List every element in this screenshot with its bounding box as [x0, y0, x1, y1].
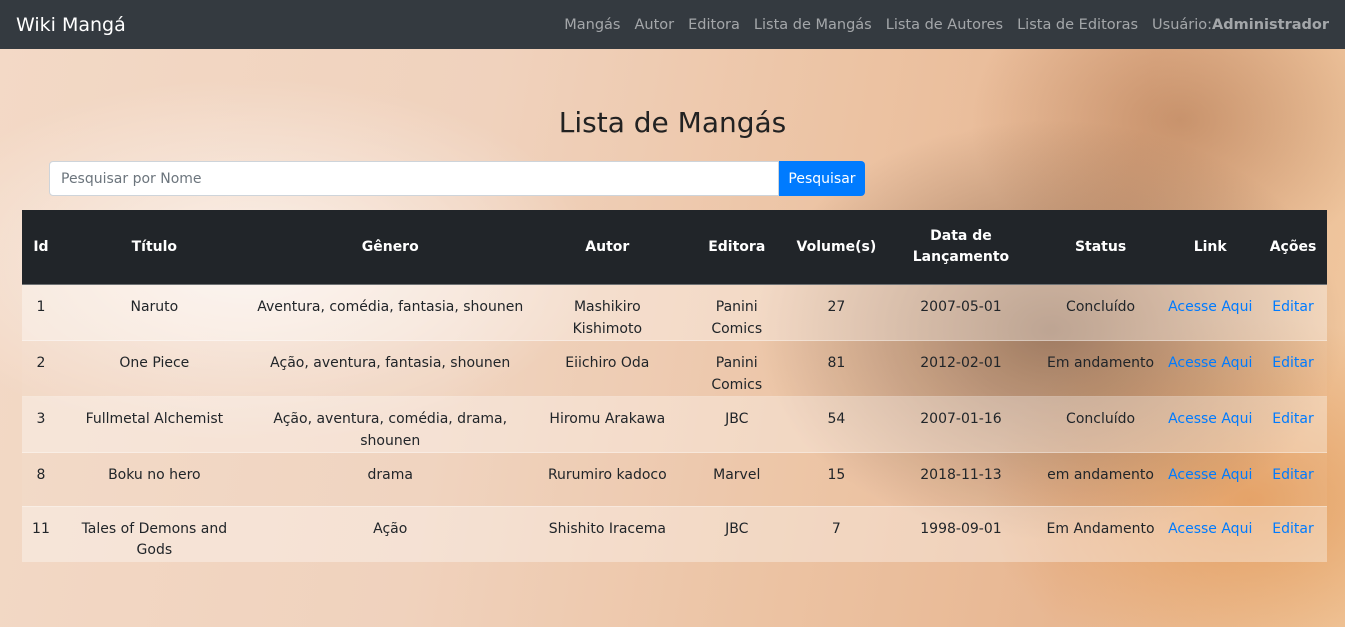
- cell-acoes: Editar: [1259, 452, 1327, 506]
- cell-status: Em Andamento: [1039, 505, 1162, 562]
- cell-genero: Ação, aventura, fantasia, shounen: [248, 340, 532, 397]
- cell-editora: JBC: [682, 396, 791, 453]
- table-body: 1 Naruto Aventura, comédia, fantasia, sh…: [22, 284, 1327, 562]
- cell-acoes: Editar: [1259, 284, 1327, 341]
- nav-link-lista-mangas[interactable]: Lista de Mangás: [754, 17, 872, 33]
- cell-acoes: Editar: [1259, 505, 1327, 562]
- cell-link: Acesse Aqui: [1161, 340, 1260, 397]
- cell-editora: Marvel: [682, 452, 791, 506]
- user-label: Usuário:: [1152, 16, 1213, 33]
- cell-titulo: Fullmetal Alchemist: [59, 396, 249, 453]
- acesse-aqui-link[interactable]: Acesse Aqui: [1168, 411, 1252, 427]
- brand-link[interactable]: Wiki Mangá: [16, 14, 126, 36]
- header-status: Status: [1039, 210, 1162, 285]
- nav-link-mangas[interactable]: Mangás: [564, 17, 620, 33]
- header-acoes: Ações: [1259, 210, 1327, 285]
- editar-link[interactable]: Editar: [1272, 355, 1313, 371]
- cell-status: Em andamento: [1039, 340, 1162, 397]
- cell-autor: Shishito Iracema: [531, 505, 683, 562]
- cell-editora: JBC: [682, 505, 791, 562]
- cell-link: Acesse Aqui: [1161, 452, 1260, 506]
- cell-status: em andamento: [1039, 452, 1162, 506]
- cell-data: 2007-05-01: [882, 284, 1040, 341]
- header-volumes: Volume(s): [790, 210, 883, 285]
- search-input[interactable]: [49, 161, 779, 196]
- acesse-aqui-link[interactable]: Acesse Aqui: [1168, 521, 1252, 537]
- nav-links: Mangás Autor Editora Lista de Mangás Lis…: [550, 17, 1329, 33]
- search-button[interactable]: Pesquisar: [779, 161, 865, 196]
- cell-titulo: Boku no hero: [59, 452, 249, 506]
- cell-editora: Panini Comics: [682, 284, 791, 341]
- editar-link[interactable]: Editar: [1272, 467, 1313, 483]
- cell-data: 2007-01-16: [882, 396, 1040, 453]
- header-id: Id: [22, 210, 60, 285]
- table-row: 8 Boku no hero drama Rurumiro kadoco Mar…: [22, 452, 1327, 506]
- cell-id: 11: [22, 505, 60, 562]
- cell-data: 2012-02-01: [882, 340, 1040, 397]
- cell-titulo: One Piece: [59, 340, 249, 397]
- header-link: Link: [1161, 210, 1260, 285]
- cell-editora: Panini Comics: [682, 340, 791, 397]
- cell-status: Concluído: [1039, 284, 1162, 341]
- cell-link: Acesse Aqui: [1161, 396, 1260, 453]
- nav-link-lista-editoras[interactable]: Lista de Editoras: [1017, 17, 1138, 33]
- cell-status: Concluído: [1039, 396, 1162, 453]
- cell-volumes: 81: [790, 340, 883, 397]
- cell-data: 1998-09-01: [882, 505, 1040, 562]
- cell-autor: Eiichiro Oda: [531, 340, 683, 397]
- acesse-aqui-link[interactable]: Acesse Aqui: [1168, 467, 1252, 483]
- acesse-aqui-link[interactable]: Acesse Aqui: [1168, 299, 1252, 315]
- table-row: 1 Naruto Aventura, comédia, fantasia, sh…: [22, 284, 1327, 341]
- table-row: 2 One Piece Ação, aventura, fantasia, sh…: [22, 340, 1327, 397]
- cell-volumes: 27: [790, 284, 883, 341]
- table-row: 11 Tales of Demons and Gods Ação Shishit…: [22, 505, 1327, 562]
- cell-link: Acesse Aqui: [1161, 505, 1260, 562]
- cell-genero: drama: [248, 452, 532, 506]
- cell-titulo: Tales of Demons and Gods: [59, 505, 249, 562]
- cell-titulo: Naruto: [59, 284, 249, 341]
- editar-link[interactable]: Editar: [1272, 299, 1313, 315]
- cell-volumes: 54: [790, 396, 883, 453]
- cell-autor: Rurumiro kadoco: [531, 452, 683, 506]
- editar-link[interactable]: Editar: [1272, 521, 1313, 537]
- cell-link: Acesse Aqui: [1161, 284, 1260, 341]
- cell-volumes: 15: [790, 452, 883, 506]
- cell-genero: Ação, aventura, comédia, drama, shounen: [248, 396, 532, 453]
- nav-link-editora[interactable]: Editora: [688, 17, 740, 33]
- cell-genero: Aventura, comédia, fantasia, shounen: [248, 284, 532, 341]
- header-editora: Editora: [682, 210, 791, 285]
- nav-link-lista-autores[interactable]: Lista de Autores: [886, 17, 1003, 33]
- editar-link[interactable]: Editar: [1272, 411, 1313, 427]
- page-title: Lista de Mangás: [558, 106, 787, 139]
- table-header-row: Id Título Gênero Autor Editora Volume(s)…: [22, 210, 1327, 285]
- header-titulo: Título: [59, 210, 249, 285]
- header-autor: Autor: [531, 210, 683, 285]
- cell-id: 8: [22, 452, 60, 506]
- top-navbar: Wiki Mangá Mangás Autor Editora Lista de…: [0, 0, 1345, 49]
- cell-genero: Ação: [248, 505, 532, 562]
- nav-link-autor[interactable]: Autor: [634, 17, 674, 33]
- cell-autor: Hiromu Arakawa: [531, 396, 683, 453]
- search-form: Pesquisar: [49, 161, 865, 196]
- cell-data: 2018-11-13: [882, 452, 1040, 506]
- acesse-aqui-link[interactable]: Acesse Aqui: [1168, 355, 1252, 371]
- cell-id: 1: [22, 284, 60, 341]
- cell-autor: Mashikiro Kishimoto: [531, 284, 683, 341]
- user-name: Administrador: [1212, 16, 1329, 33]
- user-info[interactable]: Usuário:Administrador: [1152, 17, 1329, 33]
- header-genero: Gênero: [248, 210, 532, 285]
- table-header: Id Título Gênero Autor Editora Volume(s)…: [22, 210, 1327, 285]
- table-row: 3 Fullmetal Alchemist Ação, aventura, co…: [22, 396, 1327, 453]
- cell-acoes: Editar: [1259, 340, 1327, 397]
- cell-id: 2: [22, 340, 60, 397]
- manga-table: Id Título Gênero Autor Editora Volume(s)…: [22, 210, 1327, 562]
- cell-volumes: 7: [790, 505, 883, 562]
- cell-acoes: Editar: [1259, 396, 1327, 453]
- header-data: Data de Lançamento: [882, 210, 1040, 285]
- cell-id: 3: [22, 396, 60, 453]
